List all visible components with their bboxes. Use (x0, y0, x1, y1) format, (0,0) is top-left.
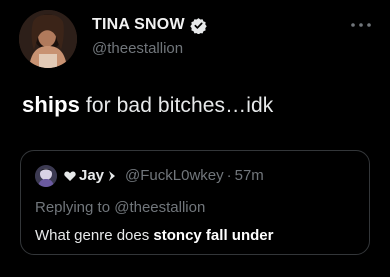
verified-badge-icon (190, 17, 207, 34)
quote-separator: · (226, 167, 232, 184)
quote-author-handle[interactable]: @FuckL0wkey (125, 167, 224, 184)
heart-flag-icon (64, 171, 76, 181)
quote-text: What genre does stoncy fall under (35, 227, 273, 244)
tweet-text: ships for bad bitches…idk (22, 92, 273, 118)
quote-avatar-image (35, 165, 57, 187)
quote-replying-to: Replying to @theestallion (35, 199, 206, 216)
more-horizontal-icon[interactable] (350, 20, 372, 30)
quote-text-plain: What genre does (35, 227, 150, 244)
author-name[interactable]: TINA SNOW (92, 16, 185, 34)
quoted-tweet[interactable]: Jay @FuckL0wkey · 57m Replying to @thees… (20, 150, 370, 255)
author-handle[interactable]: @theestallion (92, 40, 183, 57)
quote-timestamp[interactable]: 57m (235, 167, 264, 184)
avatar-image (19, 10, 77, 68)
tweet-text-rest: for bad bitches…idk (85, 94, 274, 117)
author-name-row[interactable]: TINA SNOW (92, 16, 207, 34)
author-avatar[interactable] (19, 10, 77, 68)
tweet: TINA SNOW @theestallion ships for bad bi… (0, 0, 390, 277)
quote-author-name[interactable]: Jay (79, 167, 104, 184)
quote-header: Jay @FuckL0wkey · 57m (63, 167, 264, 184)
quote-text-bold: stoncy fall under (153, 227, 274, 244)
sparkle-icon (109, 170, 116, 181)
tweet-text-bold: ships (22, 92, 80, 117)
quote-author-avatar[interactable] (35, 165, 57, 187)
